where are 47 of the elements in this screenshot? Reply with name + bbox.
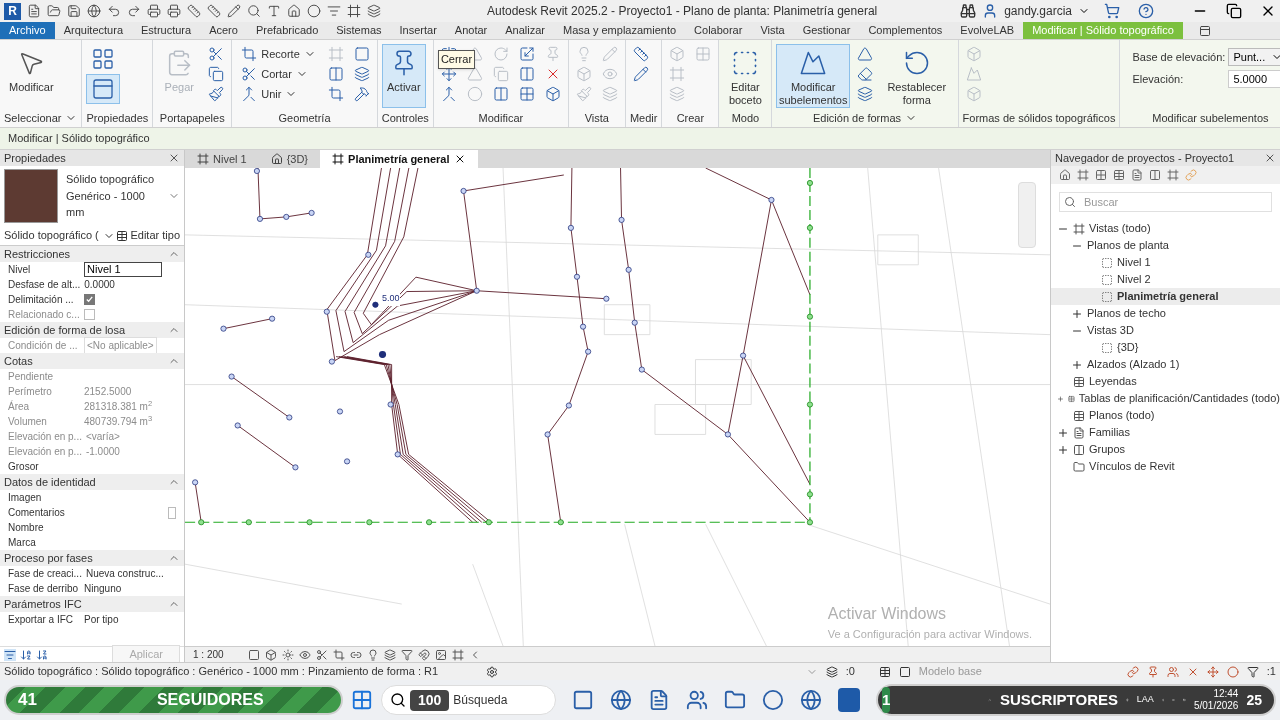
followers-label: SEGUIDORES xyxy=(156,690,264,710)
property-label: Elevación en p... xyxy=(8,445,82,459)
watermark-title: Activar Windows xyxy=(827,603,948,624)
property-label: Exportar a IFC xyxy=(8,613,75,627)
property-value: -1.0000 xyxy=(85,445,120,459)
property-label: Nivel xyxy=(8,263,32,277)
property-label: Área xyxy=(8,399,31,414)
property-value: 480739.794 m$^{3}$ xyxy=(84,414,153,429)
property-label: Fase de derribo xyxy=(8,582,80,596)
type-name: Sólido topográfico xyxy=(66,172,156,188)
status-text: Sólido topográfico : Sólido topográfico : Genérico - 1000 mm : Pinzamiento de forma : R1 xyxy=(4,664,439,680)
property-value: Ninguno xyxy=(84,582,122,596)
property-label: Marca xyxy=(8,536,37,550)
followers-count: 41 xyxy=(18,689,37,712)
panel-title: Navegador de proyectos - Proyecto1 xyxy=(1055,150,1235,166)
window-title: Autodesk Revit 2025.2 - Proyecto1 - Plano de planta: Planimetría general xyxy=(487,3,878,20)
context-label: Modificar | Sólido topográfico xyxy=(8,131,150,147)
property-label: Nombre xyxy=(8,521,45,535)
workset-count: :0 xyxy=(845,664,855,680)
property-value: Por tipo xyxy=(84,613,119,627)
property-label: Condición de ... xyxy=(8,339,79,353)
property-value: Nueva construc... xyxy=(85,567,164,581)
property-label: Desfase de alt... xyxy=(8,278,81,292)
property-value: 2152.5000 xyxy=(84,385,132,399)
property-label: Elevación en p... xyxy=(8,430,82,444)
filter-count: :1 xyxy=(1266,664,1276,680)
tooltip: Cerrar xyxy=(437,50,476,69)
type-subname: Genérico - 1000 mm xyxy=(66,188,146,221)
property-value: <varía> xyxy=(85,430,120,444)
subscribers-label: SUSCRIPTORES xyxy=(999,689,1119,710)
panel-title: Propiedades xyxy=(4,150,66,166)
property-label: Relacionado c... xyxy=(8,308,80,322)
property-label: Imagen xyxy=(8,491,43,505)
property-value: 281318.381 m$^{2}$ xyxy=(84,399,153,414)
property-value: 0.0000 xyxy=(84,278,115,292)
subscribers-count: 1 xyxy=(882,687,891,713)
property-label: Fase de creaci... xyxy=(8,567,82,581)
property-label: Perímetro xyxy=(8,385,53,399)
watermark-text: Ve a Configuración para activar Windows. xyxy=(827,626,1032,642)
property-label: Grosor xyxy=(8,460,40,474)
property-label: Pendiente xyxy=(8,370,55,384)
property-label: Volumen xyxy=(8,415,48,429)
elevation-label: 5.00 xyxy=(382,292,400,306)
property-label: Comentarios xyxy=(8,506,66,520)
property-label: Delimitación ... xyxy=(8,293,75,307)
field-label: Elevación: xyxy=(1132,71,1185,87)
search-badge: 100 xyxy=(410,689,450,711)
